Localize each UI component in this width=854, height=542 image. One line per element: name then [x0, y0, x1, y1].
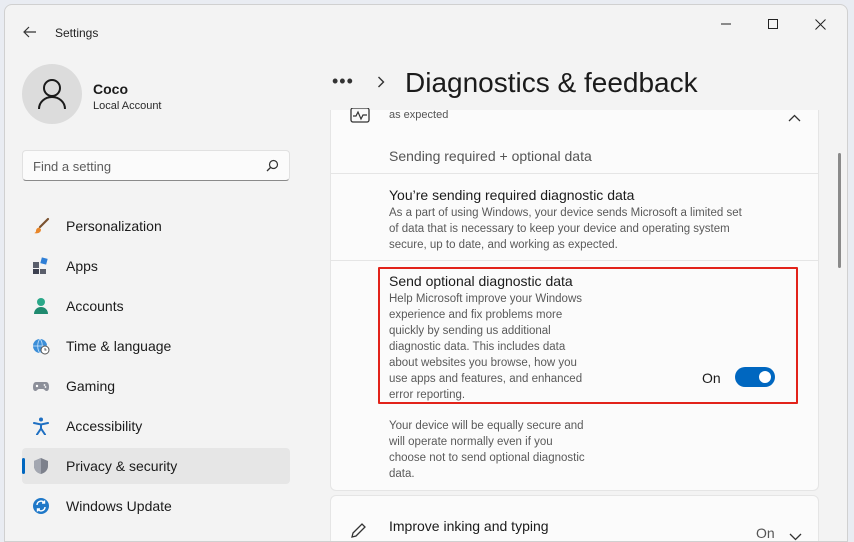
search-box[interactable]	[22, 150, 290, 181]
sidebar-item-gaming[interactable]: Gaming	[22, 368, 290, 404]
search-icon[interactable]	[266, 159, 279, 177]
sidebar-item-label: Accessibility	[66, 418, 143, 434]
pen-icon	[350, 523, 368, 541]
maximize-button[interactable]	[750, 5, 796, 43]
diagnostic-status: Sending required + optional data	[389, 148, 592, 164]
minimize-icon	[721, 23, 731, 25]
sidebar-item-accounts[interactable]: Accounts	[22, 288, 290, 324]
apps-icon	[32, 257, 50, 275]
sidebar-item-label: Personalization	[66, 218, 162, 234]
sidebar-item-label: Accounts	[66, 298, 124, 314]
close-button[interactable]	[797, 5, 843, 43]
divider	[330, 260, 819, 261]
optional-data-toggle[interactable]	[735, 367, 775, 387]
gamepad-icon	[32, 377, 50, 395]
sidebar-item-label: Time & language	[66, 338, 172, 354]
back-arrow-icon	[23, 26, 36, 38]
sidebar-nav: Personalization Apps Accounts Time & lan…	[22, 208, 290, 528]
chevron-up-icon[interactable]	[788, 109, 801, 127]
sidebar-item-accessibility[interactable]: Accessibility	[22, 408, 290, 444]
sidebar-item-windows-update[interactable]: Windows Update	[22, 488, 290, 524]
sidebar-item-label: Privacy & security	[66, 458, 178, 474]
maximize-icon	[768, 19, 778, 29]
sidebar-item-time-language[interactable]: Time & language	[22, 328, 290, 364]
required-data-title: You’re sending required diagnostic data	[389, 187, 635, 203]
user-name: Coco	[93, 81, 128, 97]
required-data-description: As a part of using Windows, your device …	[389, 207, 742, 251]
app-title: Settings	[55, 26, 99, 40]
optional-data-description: Help Microsoft improve your Windows expe…	[389, 293, 583, 401]
shield-icon	[32, 457, 50, 475]
activity-icon	[350, 107, 370, 131]
chevron-down-icon[interactable]	[789, 528, 802, 541]
toggle-knob	[759, 371, 771, 383]
optional-data-note: Your device will be equally secure and w…	[389, 420, 585, 480]
sidebar-item-label: Gaming	[66, 378, 116, 394]
chevron-right-icon	[377, 75, 385, 93]
optional-data-toggle-label: On	[702, 370, 721, 386]
inking-typing-state: On	[756, 525, 775, 541]
sidebar-item-apps[interactable]: Apps	[22, 248, 290, 284]
close-icon	[814, 18, 826, 30]
update-icon	[32, 497, 50, 515]
user-icon	[38, 79, 66, 110]
inking-typing-title: Improve inking and typing	[389, 518, 549, 534]
account-type: Local Account	[93, 100, 162, 112]
optional-data-title: Send optional diagnostic data	[389, 273, 573, 289]
breadcrumb-more-button[interactable]: •••	[332, 71, 354, 92]
accessibility-icon	[32, 417, 50, 435]
globe-clock-icon	[32, 337, 50, 355]
section-subtitle: as expected	[389, 109, 449, 121]
sidebar-item-privacy-security[interactable]: Privacy & security	[22, 448, 290, 484]
scrollbar[interactable]	[838, 153, 841, 268]
accounts-icon	[32, 297, 50, 315]
back-button[interactable]	[17, 21, 43, 43]
search-input[interactable]	[33, 157, 253, 175]
page-title: Diagnostics & feedback	[405, 67, 698, 98]
sidebar-item-label: Apps	[66, 258, 98, 274]
settings-window: Settings Coco Local Account Personalizat…	[4, 4, 848, 542]
divider	[330, 173, 819, 174]
minimize-button[interactable]	[703, 5, 749, 43]
brush-icon	[32, 217, 50, 235]
sidebar-item-label: Windows Update	[66, 498, 172, 514]
sidebar-item-personalization[interactable]: Personalization	[22, 208, 290, 244]
avatar[interactable]	[22, 64, 82, 124]
